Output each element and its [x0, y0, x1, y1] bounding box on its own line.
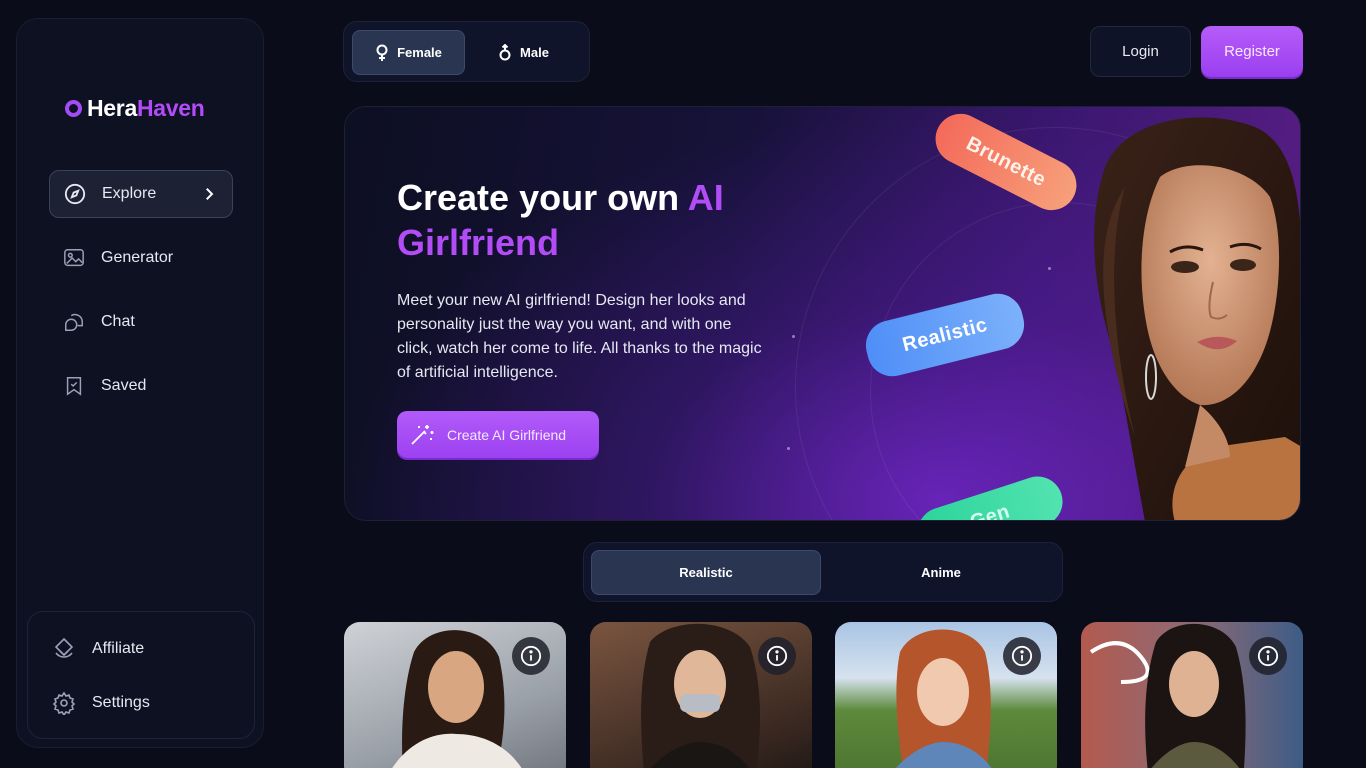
info-icon [1257, 645, 1279, 667]
sidebar-item-saved[interactable]: Saved [49, 362, 233, 410]
brand-name-part1: Hera [87, 95, 137, 121]
info-button[interactable] [1249, 637, 1287, 675]
character-card[interactable] [835, 622, 1057, 768]
character-card[interactable] [1081, 622, 1303, 768]
image-gen-icon [63, 247, 85, 269]
affiliate-icon [52, 637, 76, 661]
hero-banner: Create your own AI Girlfriend Meet your … [344, 106, 1301, 521]
sidebar-item-generator[interactable]: Generator [49, 234, 233, 282]
style-tabs: Realistic Anime [583, 542, 1063, 602]
hero-title: Create your own AI Girlfriend [397, 175, 757, 265]
info-icon [1011, 645, 1033, 667]
chevron-right-icon [200, 185, 218, 208]
sidebar-bottom-panel: Affiliate Settings [27, 611, 255, 739]
create-ai-girlfriend-button[interactable]: Create AI Girlfriend [397, 411, 599, 458]
bookmark-check-icon [63, 375, 85, 397]
sidebar: Hera Haven Explore Generator Chat Saved … [16, 18, 264, 748]
brand-logo[interactable]: Hera Haven [65, 95, 205, 122]
character-card[interactable] [344, 622, 566, 768]
info-button[interactable] [758, 637, 796, 675]
info-button[interactable] [1003, 637, 1041, 675]
sidebar-nav: Explore Generator Chat Saved [49, 170, 233, 426]
sidebar-item-label: Settings [92, 694, 150, 711]
info-icon [766, 645, 788, 667]
sparkle-dot [792, 335, 795, 338]
sparkle-dot [787, 447, 790, 450]
hero-portrait-image [1094, 117, 1300, 520]
sidebar-item-explore[interactable]: Explore [49, 170, 233, 218]
sidebar-item-settings[interactable]: Settings [28, 676, 254, 730]
gender-male-label: Male [520, 45, 549, 60]
brand-name-part2: Haven [136, 95, 205, 121]
male-symbol-icon [499, 43, 511, 60]
female-symbol-icon [376, 44, 388, 61]
gender-female-button[interactable]: Female [352, 30, 465, 75]
sidebar-item-affiliate[interactable]: Affiliate [28, 622, 254, 676]
gender-female-label: Female [397, 45, 442, 60]
tab-anime[interactable]: Anime [826, 550, 1056, 595]
chat-bubbles-icon [63, 311, 85, 333]
sidebar-item-label: Explore [102, 185, 157, 202]
gender-male-button[interactable]: Male [467, 30, 580, 75]
hero-description: Meet your new AI girlfriend! Design her … [397, 292, 762, 381]
sidebar-item-chat[interactable]: Chat [49, 298, 233, 346]
login-button[interactable]: Login [1090, 26, 1191, 77]
gear-icon [52, 691, 76, 715]
compass-icon [64, 183, 86, 205]
info-icon [520, 645, 542, 667]
logo-ring-icon [65, 100, 82, 117]
tab-realistic[interactable]: Realistic [591, 550, 821, 595]
info-button[interactable] [512, 637, 550, 675]
sidebar-item-label: Chat [101, 313, 135, 330]
create-ai-girlfriend-label: Create AI Girlfriend [447, 426, 567, 443]
character-card[interactable] [590, 622, 812, 768]
register-button[interactable]: Register [1201, 26, 1303, 77]
hero-title-plain: Create your own [397, 177, 688, 218]
sidebar-item-label: Affiliate [92, 640, 145, 657]
sidebar-item-label: Generator [101, 249, 174, 266]
magic-wand-icon [411, 424, 434, 445]
sidebar-item-label: Saved [101, 377, 147, 394]
gender-toggle: Female Male [343, 21, 590, 82]
